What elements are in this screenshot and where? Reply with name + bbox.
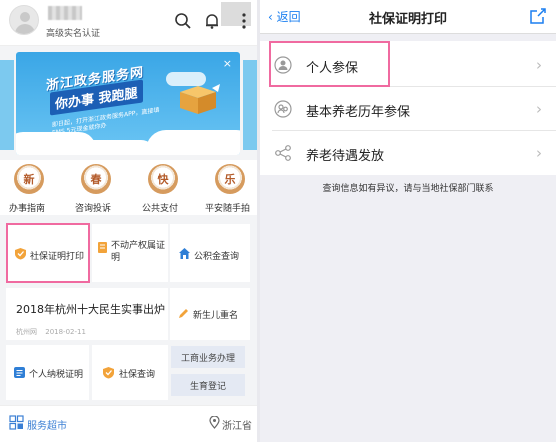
service-market-link[interactable]: 服务超市 [27,417,67,432]
prev-banner-peek [0,60,14,150]
service-icon-payment[interactable]: 快 [148,164,178,194]
promo-banner[interactable]: 浙江政务服务网 你办事 我跑腿 即日起，打开浙江政务服务APP，直接填EMS 5… [16,52,240,155]
tile-label-tax: 个人纳税证明 [29,370,84,380]
more-icon[interactable] [241,12,247,30]
tile-tax[interactable]: 个人纳税证明 [6,345,89,400]
quick-services: 新 办事指南 春 咨询投诉 快 公共支付 乐 平安随手拍 [0,160,257,215]
tax-doc-icon [14,367,25,378]
service-icon-report[interactable]: 乐 [215,164,245,194]
footer-bar: 服务超市 浙江省 [0,405,257,442]
service-label-payment[interactable]: 公共支付 [142,201,178,214]
service-label-consult[interactable]: 咨询投诉 [75,201,111,214]
service-icon-consult[interactable]: 春 [81,164,111,194]
list-label-pension-payment: 养老待遇发放 [306,149,385,164]
news-meta: 杭州网 2018-02-11 [16,327,86,337]
tile-label-social-query: 社保查询 [119,370,156,380]
news-date: 2018-02-11 [45,328,86,336]
tile-business[interactable]: 工商业务办理 [171,346,245,368]
group-icon [274,100,292,118]
service-label-guide[interactable]: 办事指南 [9,201,45,214]
list-item-pension-payment[interactable]: 养老待遇发放 › [260,131,556,175]
left-screen: 高级实名认证 浙江政务服务网 你办事 我跑腿 即日起，打开浙江政务服务APP，直… [0,0,257,442]
tile-social-query[interactable]: 社保查询 [92,345,168,400]
notice-text: 查询信息如有异议，请与当地社保部门联系 [322,184,494,194]
tile-label-fund: 公积金查询 [194,252,240,262]
list-item-pension-history[interactable]: 基本养老历年参保 › [260,87,556,131]
app-header: 高级实名认证 [0,0,257,46]
search-icon[interactable] [174,12,192,30]
banner-close-button[interactable]: × [223,57,232,70]
news-title[interactable]: 2018年杭州十大民生实事出炉 [16,301,165,317]
tile-newborn[interactable]: 新生儿重名 [170,288,250,340]
share-nodes-icon [275,145,291,161]
package-icon [180,84,220,114]
service-label-report[interactable]: 平安随手拍 [205,201,250,214]
highlight-box-left [6,223,90,283]
chevron-right-icon: › [536,144,542,162]
news-source: 杭州网 [16,328,37,336]
bell-icon[interactable] [203,12,221,30]
blurred-username [48,6,82,20]
highlight-box-right [269,41,390,87]
tile-birth[interactable]: 生育登记 [171,374,245,396]
location-pin-icon [209,416,220,429]
list-label-pension-history: 基本养老历年参保 [306,105,411,120]
right-screen: ‹ 返回 社保证明打印 个人参保 › 基本养老历年参保 › 养老待遇发放 › 查… [260,0,556,442]
chevron-right-icon: › [536,56,542,74]
avatar[interactable] [9,5,39,35]
house-icon [179,248,190,259]
chevron-right-icon: › [536,100,542,118]
shield-icon [103,367,114,379]
next-banner-peek [243,60,257,150]
verify-label: 高级实名认证 [46,29,101,39]
service-icon-guide[interactable]: 新 [14,164,44,194]
share-icon[interactable] [529,7,547,25]
tile-label-property: 不动产权属证明 [111,241,166,263]
page-title: 社保证明打印 [368,12,447,27]
pen-icon [179,309,188,318]
nav-bar: ‹ 返回 社保证明打印 [260,0,556,34]
location-label[interactable]: 浙江省 [222,417,252,432]
tile-fund[interactable]: 公积金查询 [170,224,250,282]
tile-property[interactable]: 不动产权属证明 [92,224,168,282]
tile-label-newborn: 新生儿重名 [193,311,239,321]
grid-icon[interactable] [9,415,24,430]
document-icon [98,242,107,253]
